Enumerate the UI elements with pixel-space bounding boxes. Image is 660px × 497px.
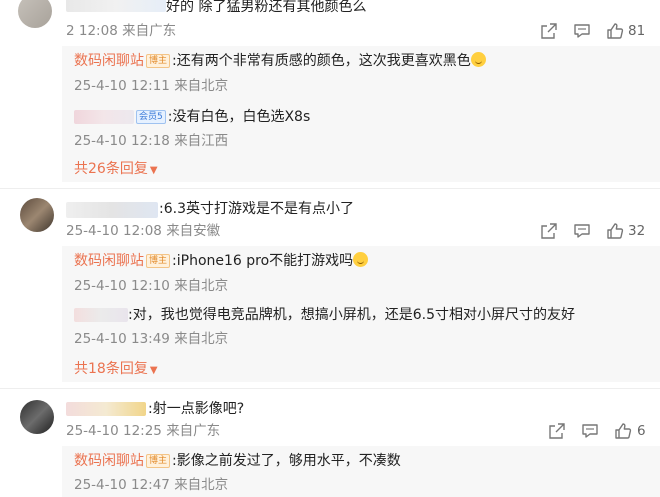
divider bbox=[0, 188, 660, 189]
reply-item: 会员5:没有白色，白色选X8s bbox=[134, 108, 310, 126]
smile-emoji-icon bbox=[470, 52, 486, 67]
blurred-username bbox=[66, 402, 146, 416]
reply-time: 25-4-10 12:10 bbox=[74, 278, 170, 294]
reply-item: 数码闲聊站 博主:iPhone16 pro不能打游戏吗 bbox=[74, 252, 369, 270]
blogger-badge: 博主 bbox=[146, 54, 171, 68]
comment-time: 25-4-10 12:08 bbox=[66, 223, 162, 239]
avatar[interactable] bbox=[20, 400, 54, 434]
more-arrow-icon: ▼ bbox=[149, 365, 158, 376]
reply-username[interactable]: 数码闲聊站 bbox=[74, 253, 144, 269]
comment-icon[interactable] bbox=[581, 422, 599, 440]
comment-icon[interactable] bbox=[573, 222, 591, 240]
reply-location: 来自北京 bbox=[174, 477, 229, 493]
reply-item: 数码闲聊站 博主:还有两个非常有质感的颜色，这次我更喜欢黑色 bbox=[74, 52, 486, 70]
blurred-username bbox=[74, 308, 128, 322]
comment-location: 来自广东 bbox=[122, 23, 177, 39]
comment-time: 25-4-10 12:25 bbox=[66, 423, 162, 439]
blurred-username bbox=[66, 202, 158, 218]
reply-text: :iPhone16 pro不能打游戏吗 bbox=[172, 253, 354, 269]
reply-location: 来自北京 bbox=[174, 331, 229, 347]
reply-text: :影像之前发过了，够用水平，不凑数 bbox=[172, 453, 401, 469]
comment-location: 来自广东 bbox=[166, 423, 221, 439]
blogger-badge: 博主 bbox=[146, 454, 171, 468]
comment-text: :6.3英寸打游戏是不是有点小了 bbox=[159, 201, 354, 217]
more-replies-label: 共18条回复 bbox=[74, 361, 148, 377]
reply-time: 25-4-10 12:11 bbox=[74, 78, 170, 94]
reply-time: 25-4-10 12:47 bbox=[74, 477, 170, 493]
like-icon[interactable] bbox=[606, 222, 624, 240]
like-count: 81 bbox=[628, 23, 646, 39]
like-icon[interactable] bbox=[614, 422, 632, 440]
comment-text: 好的 除了猛男粉还有其他颜色么 bbox=[166, 0, 367, 15]
blurred-username bbox=[74, 110, 134, 124]
reply-item: :对，我也觉得电竞品牌机，想搞小屏机，还是6.5寸相对小屏尺寸的友好 bbox=[128, 306, 575, 324]
share-icon[interactable] bbox=[548, 422, 566, 440]
comment-location: 来自安徽 bbox=[166, 223, 221, 239]
share-icon[interactable] bbox=[540, 22, 558, 40]
comment-text: :射一点影像吧? bbox=[148, 401, 245, 417]
blurred-username bbox=[66, 0, 166, 12]
reply-username[interactable]: 数码闲聊站 bbox=[74, 453, 144, 469]
reply-time: 25-4-10 13:49 bbox=[74, 331, 170, 347]
more-replies-link[interactable]: 共26条回复 ▼ bbox=[74, 160, 158, 180]
member-badge: 会员5 bbox=[136, 110, 166, 124]
reply-text: :还有两个非常有质感的颜色，这次我更喜欢黑色 bbox=[172, 53, 471, 69]
avatar[interactable] bbox=[18, 0, 52, 28]
more-arrow-icon: ▼ bbox=[149, 165, 158, 176]
reply-username[interactable]: 数码闲聊站 bbox=[74, 53, 144, 69]
blogger-badge: 博主 bbox=[146, 254, 171, 268]
like-count: 6 bbox=[637, 423, 646, 439]
divider bbox=[0, 388, 660, 389]
reply-text: :没有白色，白色选X8s bbox=[167, 109, 311, 125]
reply-text: :对，我也觉得电竞品牌机，想搞小屏机，还是6.5寸相对小屏尺寸的友好 bbox=[128, 307, 575, 323]
reply-location: 来自北京 bbox=[174, 78, 229, 94]
more-replies-link[interactable]: 共18条回复 ▼ bbox=[74, 360, 158, 380]
reply-location: 来自北京 bbox=[174, 278, 229, 294]
avatar[interactable] bbox=[20, 198, 54, 232]
like-icon[interactable] bbox=[606, 22, 624, 40]
reply-location: 来自江西 bbox=[174, 133, 229, 149]
smile-emoji-icon bbox=[353, 252, 369, 267]
comment-time: 2 12:08 bbox=[66, 23, 118, 39]
reply-item: 数码闲聊站 博主:影像之前发过了，够用水平，不凑数 bbox=[74, 452, 401, 470]
share-icon[interactable] bbox=[540, 222, 558, 240]
more-replies-label: 共26条回复 bbox=[74, 161, 148, 177]
comment-icon[interactable] bbox=[573, 22, 591, 40]
reply-time: 25-4-10 12:18 bbox=[74, 133, 170, 149]
like-count: 32 bbox=[628, 223, 646, 239]
